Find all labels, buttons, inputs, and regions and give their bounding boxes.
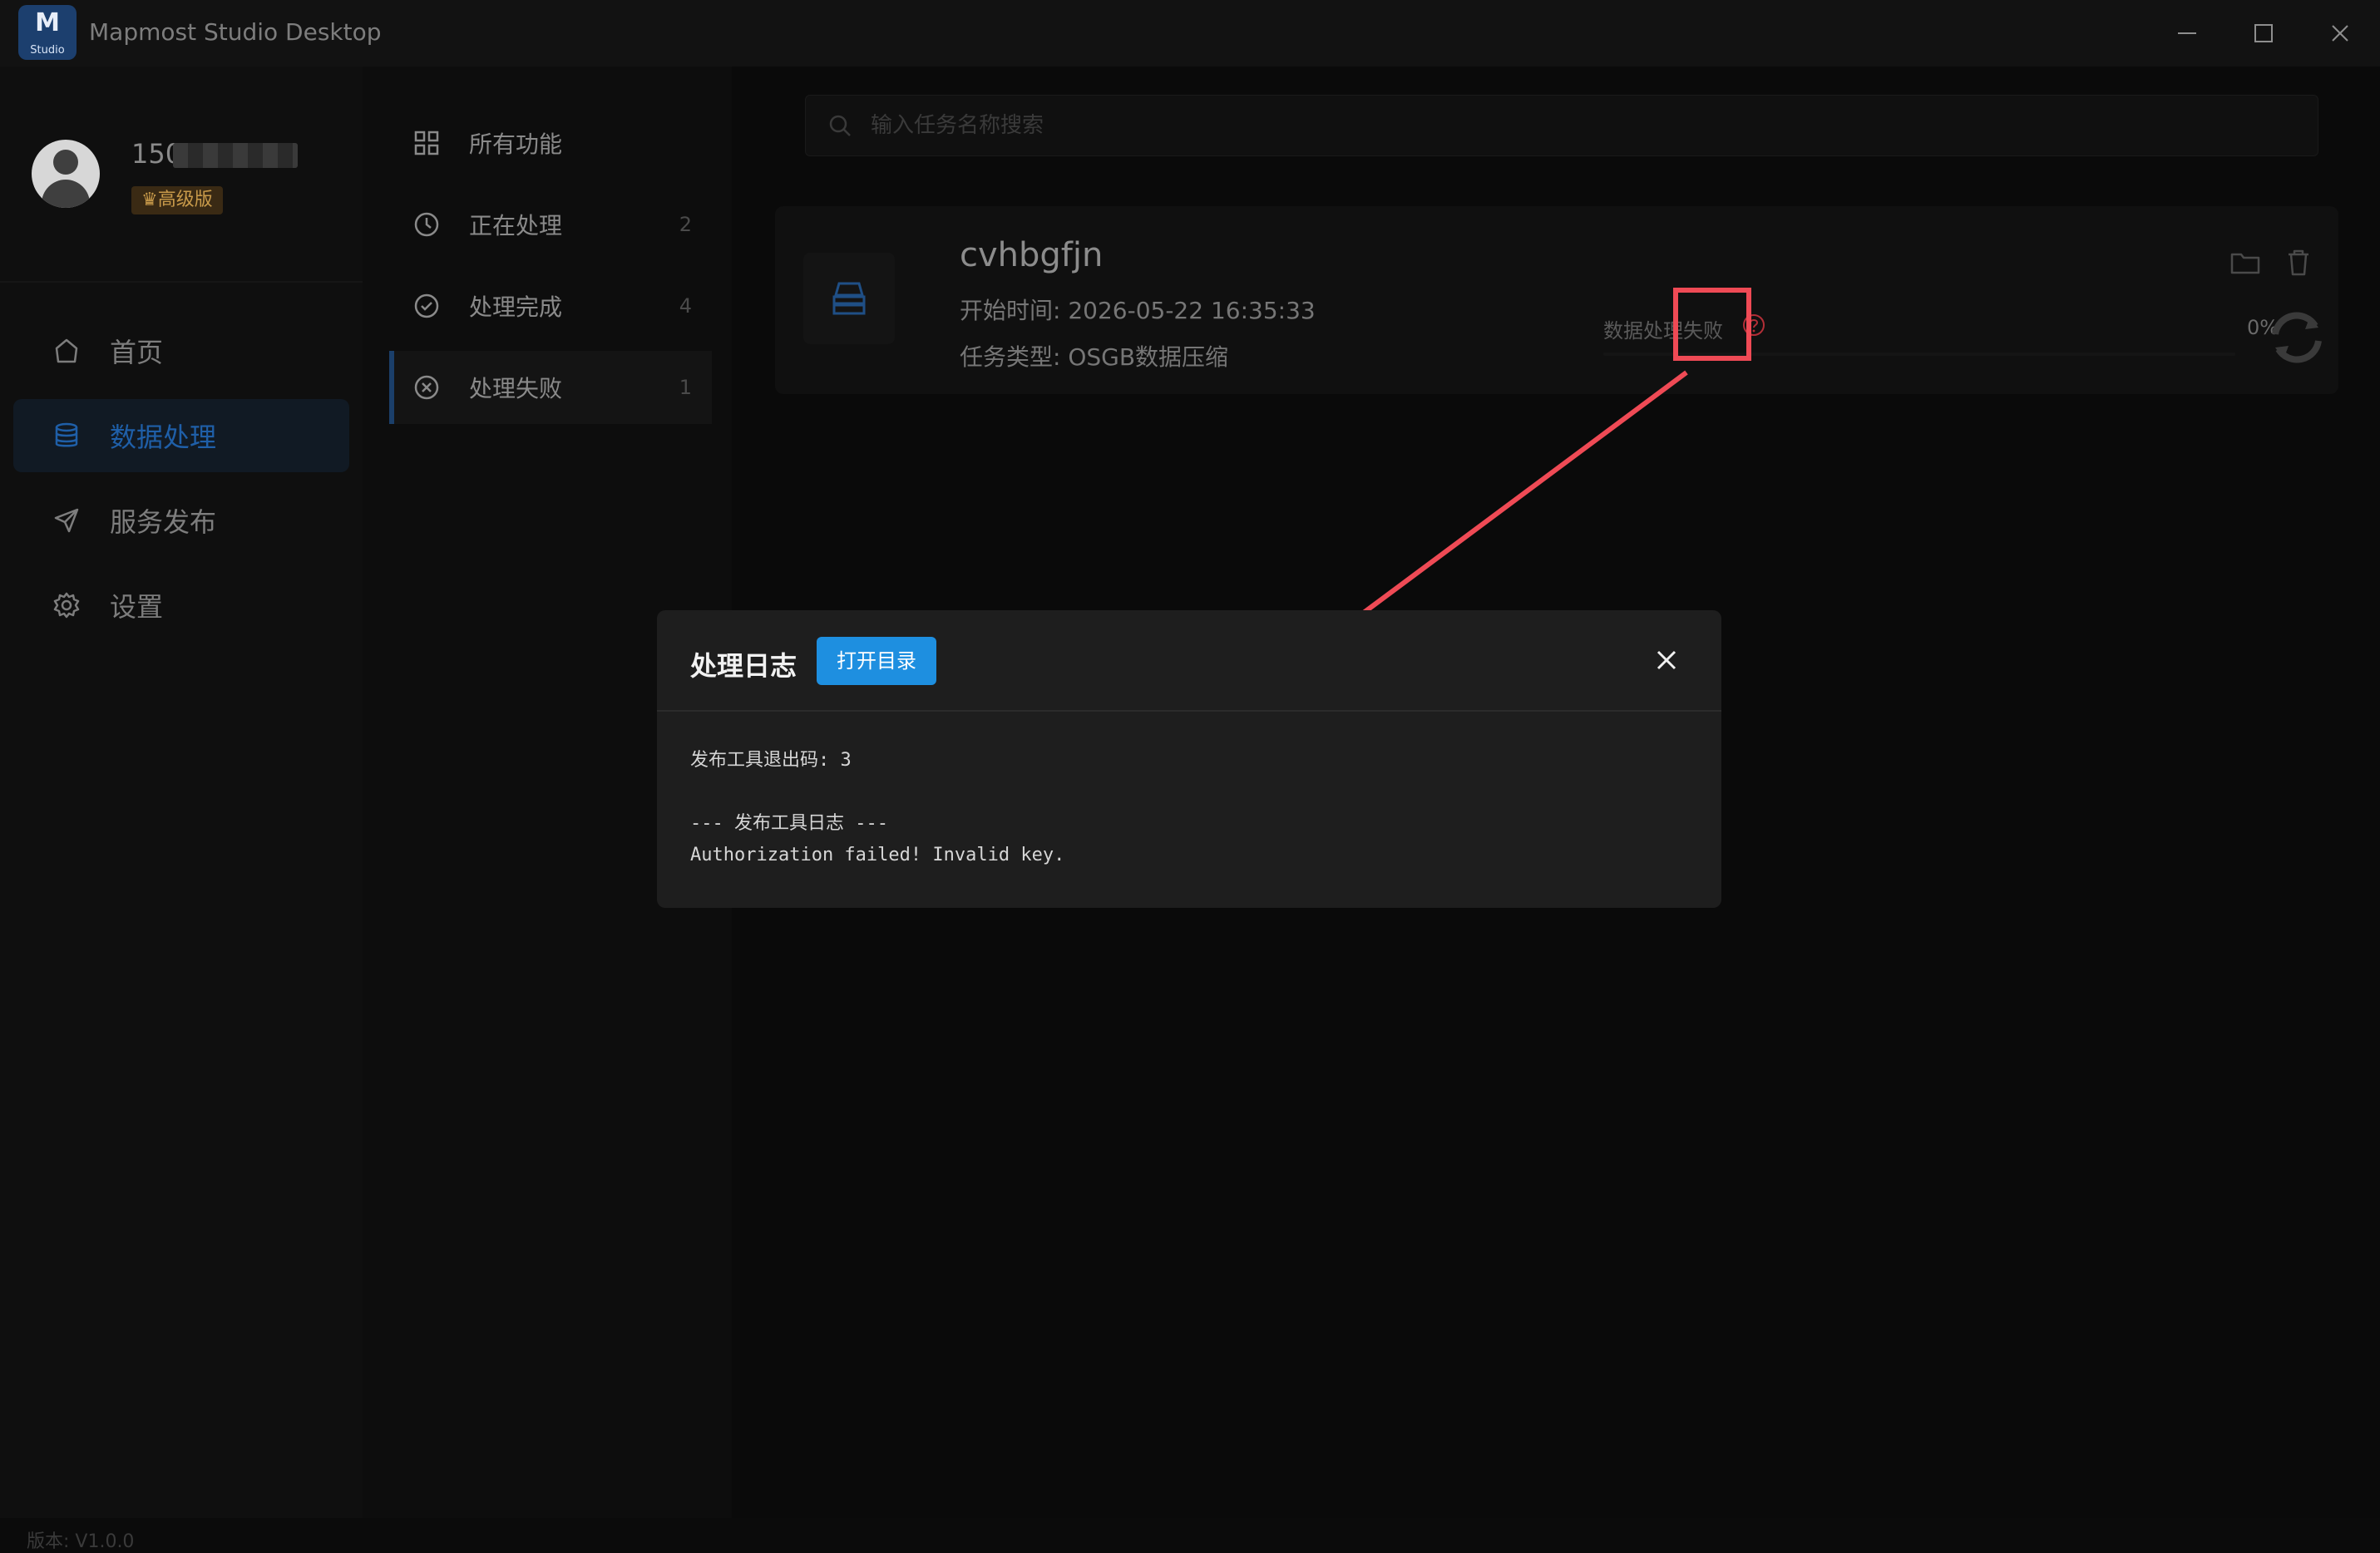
log-line: Authorization failed! Invalid key.	[690, 845, 1065, 865]
close-icon	[1657, 650, 1676, 670]
version-label: 版本: V1.0.0	[27, 1531, 135, 1552]
processing-log-dialog: 处理日志 打开目录 发布工具退出码: 3 --- 发布工具日志 --- Auth…	[657, 610, 1721, 908]
open-directory-button[interactable]: 打开目录	[817, 637, 936, 685]
dialog-close-button[interactable]	[1652, 645, 1681, 675]
log-line-blank	[690, 776, 1688, 808]
log-line: --- 发布工具日志 ---	[690, 813, 888, 834]
dialog-header: 处理日志 打开目录	[657, 610, 1721, 712]
dialog-log-body: 发布工具退出码: 3 --- 发布工具日志 --- Authorization …	[690, 745, 1688, 871]
log-line: 发布工具退出码: 3	[690, 750, 852, 771]
dialog-title: 处理日志	[690, 650, 797, 682]
